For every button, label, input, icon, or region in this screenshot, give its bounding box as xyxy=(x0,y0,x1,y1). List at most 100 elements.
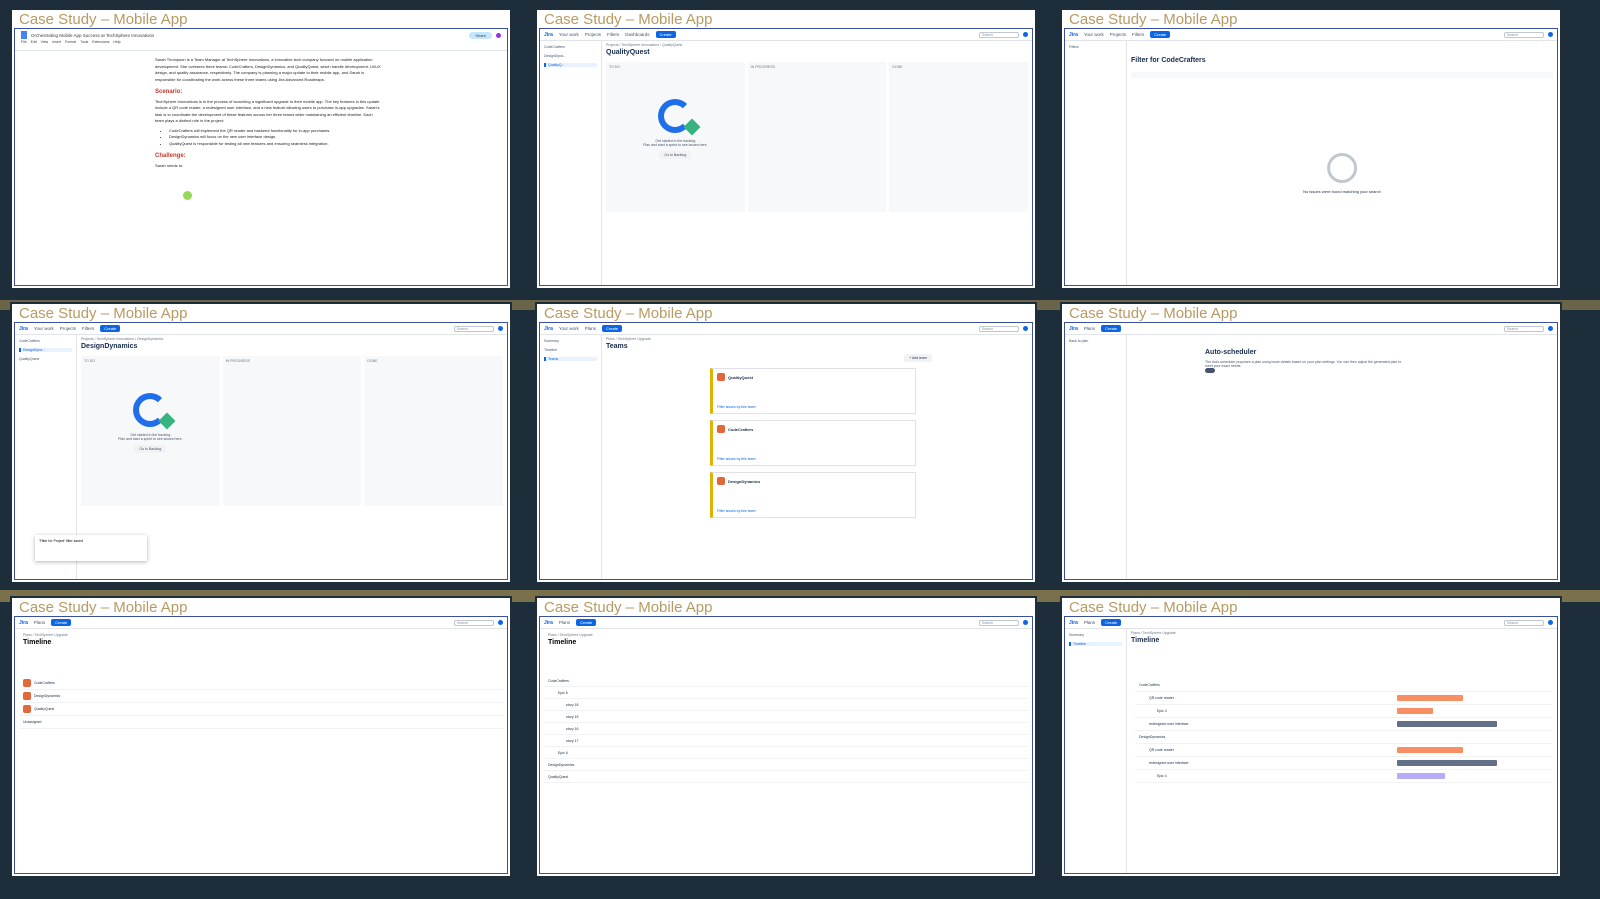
avatar[interactable] xyxy=(496,32,501,38)
avatar[interactable] xyxy=(498,620,503,625)
nav-filters[interactable]: Filters xyxy=(82,326,94,331)
avatar[interactable] xyxy=(1548,620,1553,625)
sidebar-item-timeline[interactable]: Timeline xyxy=(544,348,597,352)
jira-logo[interactable]: Jira xyxy=(1069,326,1078,332)
toast[interactable]: 'Filter for Project' filter saved xyxy=(35,535,147,561)
create-button[interactable]: Create xyxy=(1150,31,1171,38)
avatar[interactable] xyxy=(498,326,503,331)
nav-plans[interactable]: Plans xyxy=(34,620,45,625)
search-input[interactable]: Search xyxy=(1504,31,1544,38)
breadcrumb[interactable]: Plans / TechSphere Upgrade xyxy=(606,337,1028,341)
jira-logo[interactable]: Jira xyxy=(19,620,28,626)
sidebar-item-summary[interactable]: Summary xyxy=(1069,633,1122,637)
add-team-button[interactable]: + Add team xyxy=(904,354,932,362)
nav-plans[interactable]: Plans xyxy=(585,326,596,331)
team-card[interactable]: DesignDynamics Filter issues by this tea… xyxy=(710,472,916,518)
timeline-row[interactable]: redesigned user interface xyxy=(1135,757,1553,770)
sidebar-item-designdynamics[interactable]: DesignDyna... xyxy=(19,348,72,352)
create-button[interactable]: Create xyxy=(100,325,121,332)
menu-help[interactable]: Help xyxy=(113,40,120,44)
menu-insert[interactable]: Insert xyxy=(52,40,61,44)
create-button[interactable]: Create xyxy=(576,619,597,626)
timeline-row[interactable]: story 17 xyxy=(544,735,1028,747)
timeline-row[interactable]: Epic 4 xyxy=(1135,770,1553,783)
menu-extensions[interactable]: Extensions xyxy=(92,40,109,44)
search-input[interactable]: Search xyxy=(454,325,494,332)
team-card[interactable]: CodeCrafters Filter issues by this team xyxy=(710,420,916,466)
search-input[interactable]: Search xyxy=(1504,619,1544,626)
timeline-row[interactable]: DesignDynamics xyxy=(1135,731,1553,744)
sidebar-item-codecrafters[interactable]: CodeCrafters xyxy=(19,339,72,343)
nav-plans[interactable]: Plans xyxy=(1084,620,1095,625)
sidebar-item-qualityquest[interactable]: QualityQuest xyxy=(19,357,72,361)
schedule-bar[interactable] xyxy=(1397,721,1497,727)
avatar[interactable] xyxy=(1023,32,1028,37)
nav-your-work[interactable]: Your work xyxy=(559,32,579,37)
create-button[interactable]: Create xyxy=(655,31,676,38)
timeline-row[interactable]: QualityQuest xyxy=(544,771,1028,783)
sidebar-item-timeline[interactable]: Timeline xyxy=(1069,642,1122,646)
filter-toolbar[interactable] xyxy=(1131,72,1553,78)
team-card[interactable]: QualityQuest Filter issues by this team xyxy=(710,368,916,414)
timeline-row[interactable]: QR code reader xyxy=(1135,692,1553,705)
schedule-bar[interactable] xyxy=(1397,747,1463,753)
search-input[interactable]: Search xyxy=(979,619,1019,626)
timeline-row[interactable]: DesignDynamics xyxy=(19,690,503,703)
sidebar-item-designdynamics[interactable]: DesignDyna... xyxy=(544,54,597,58)
timeline-row[interactable]: Epic 5 xyxy=(544,687,1028,699)
schedule-bar[interactable] xyxy=(1397,773,1445,779)
nav-filters[interactable]: Filters xyxy=(607,32,619,37)
timeline-row[interactable]: story 18 xyxy=(544,699,1028,711)
breadcrumb[interactable]: Plans / TechSphere Upgrade xyxy=(23,633,499,637)
timeline-row[interactable]: redesigned user interface xyxy=(1135,718,1553,731)
avatar[interactable] xyxy=(1023,620,1028,625)
filter-link[interactable]: Filter issues by this team xyxy=(717,457,756,461)
jira-logo[interactable]: Jira xyxy=(544,32,553,38)
sidebar-item-qualityquest[interactable]: QualityQ... xyxy=(544,63,597,67)
jira-logo[interactable]: Jira xyxy=(544,620,553,626)
create-button[interactable]: Create xyxy=(1101,325,1122,332)
nav-filters[interactable]: Filters xyxy=(1132,32,1144,37)
jira-logo[interactable]: Jira xyxy=(19,326,28,332)
share-button[interactable]: Share xyxy=(469,31,492,39)
menu-format[interactable]: Format xyxy=(65,40,76,44)
menu-file[interactable]: File xyxy=(21,40,27,44)
nav-dashboards[interactable]: Dashboards xyxy=(625,32,649,37)
timeline-row[interactable]: Epic 4 xyxy=(1135,705,1553,718)
toggle-switch[interactable] xyxy=(1205,368,1215,374)
avatar[interactable] xyxy=(1023,326,1028,331)
jira-logo[interactable]: Jira xyxy=(544,326,553,332)
breadcrumb[interactable]: Plans / TechSphere Upgrade xyxy=(548,633,1024,637)
sidebar-item-codecrafters[interactable]: CodeCrafters xyxy=(544,45,597,49)
filter-link[interactable]: Filter issues by this team xyxy=(717,405,756,409)
timeline-row[interactable]: QualityQuest xyxy=(19,703,503,716)
sidebar-item-summary[interactable]: Summary xyxy=(544,339,597,343)
timeline-row[interactable]: story 15 xyxy=(544,711,1028,723)
create-button[interactable]: Create xyxy=(602,325,623,332)
sidebar-item-back[interactable]: Back to plan xyxy=(1069,339,1122,343)
schedule-bar[interactable] xyxy=(1397,708,1433,714)
create-button[interactable]: Create xyxy=(51,619,72,626)
create-button[interactable]: Create xyxy=(1101,619,1122,626)
doc-body[interactable]: Sarah Thompson is a Team Manager at Tech… xyxy=(155,57,381,169)
nav-plans[interactable]: Plans xyxy=(559,620,570,625)
schedule-bar[interactable] xyxy=(1397,695,1463,701)
nav-plans[interactable]: Plans xyxy=(1084,326,1095,331)
timeline-row[interactable]: CodeCrafters xyxy=(19,677,503,690)
go-to-backlog-button[interactable]: Go to Backlog xyxy=(134,445,167,453)
menu-edit[interactable]: Edit xyxy=(31,40,37,44)
nav-your-work[interactable]: Your work xyxy=(34,326,54,331)
search-input[interactable]: Search xyxy=(979,31,1019,38)
sidebar-item-teams[interactable]: Teams xyxy=(544,357,597,361)
menu-tools[interactable]: Tools xyxy=(80,40,88,44)
filter-link[interactable]: Filter issues by this team xyxy=(717,509,756,513)
jira-logo[interactable]: Jira xyxy=(1069,620,1078,626)
search-input[interactable]: Search xyxy=(454,619,494,626)
doc-title[interactable]: Orchestrating Mobile App Success at Tech… xyxy=(31,33,154,38)
jira-logo[interactable]: Jira xyxy=(1069,32,1078,38)
avatar[interactable] xyxy=(1548,32,1553,37)
timeline-row[interactable]: Unassigned xyxy=(19,716,503,729)
nav-projects[interactable]: Projects xyxy=(60,326,76,331)
timeline-row[interactable]: QR code reader xyxy=(1135,744,1553,757)
timeline-row[interactable]: DesignDynamics xyxy=(544,759,1028,771)
